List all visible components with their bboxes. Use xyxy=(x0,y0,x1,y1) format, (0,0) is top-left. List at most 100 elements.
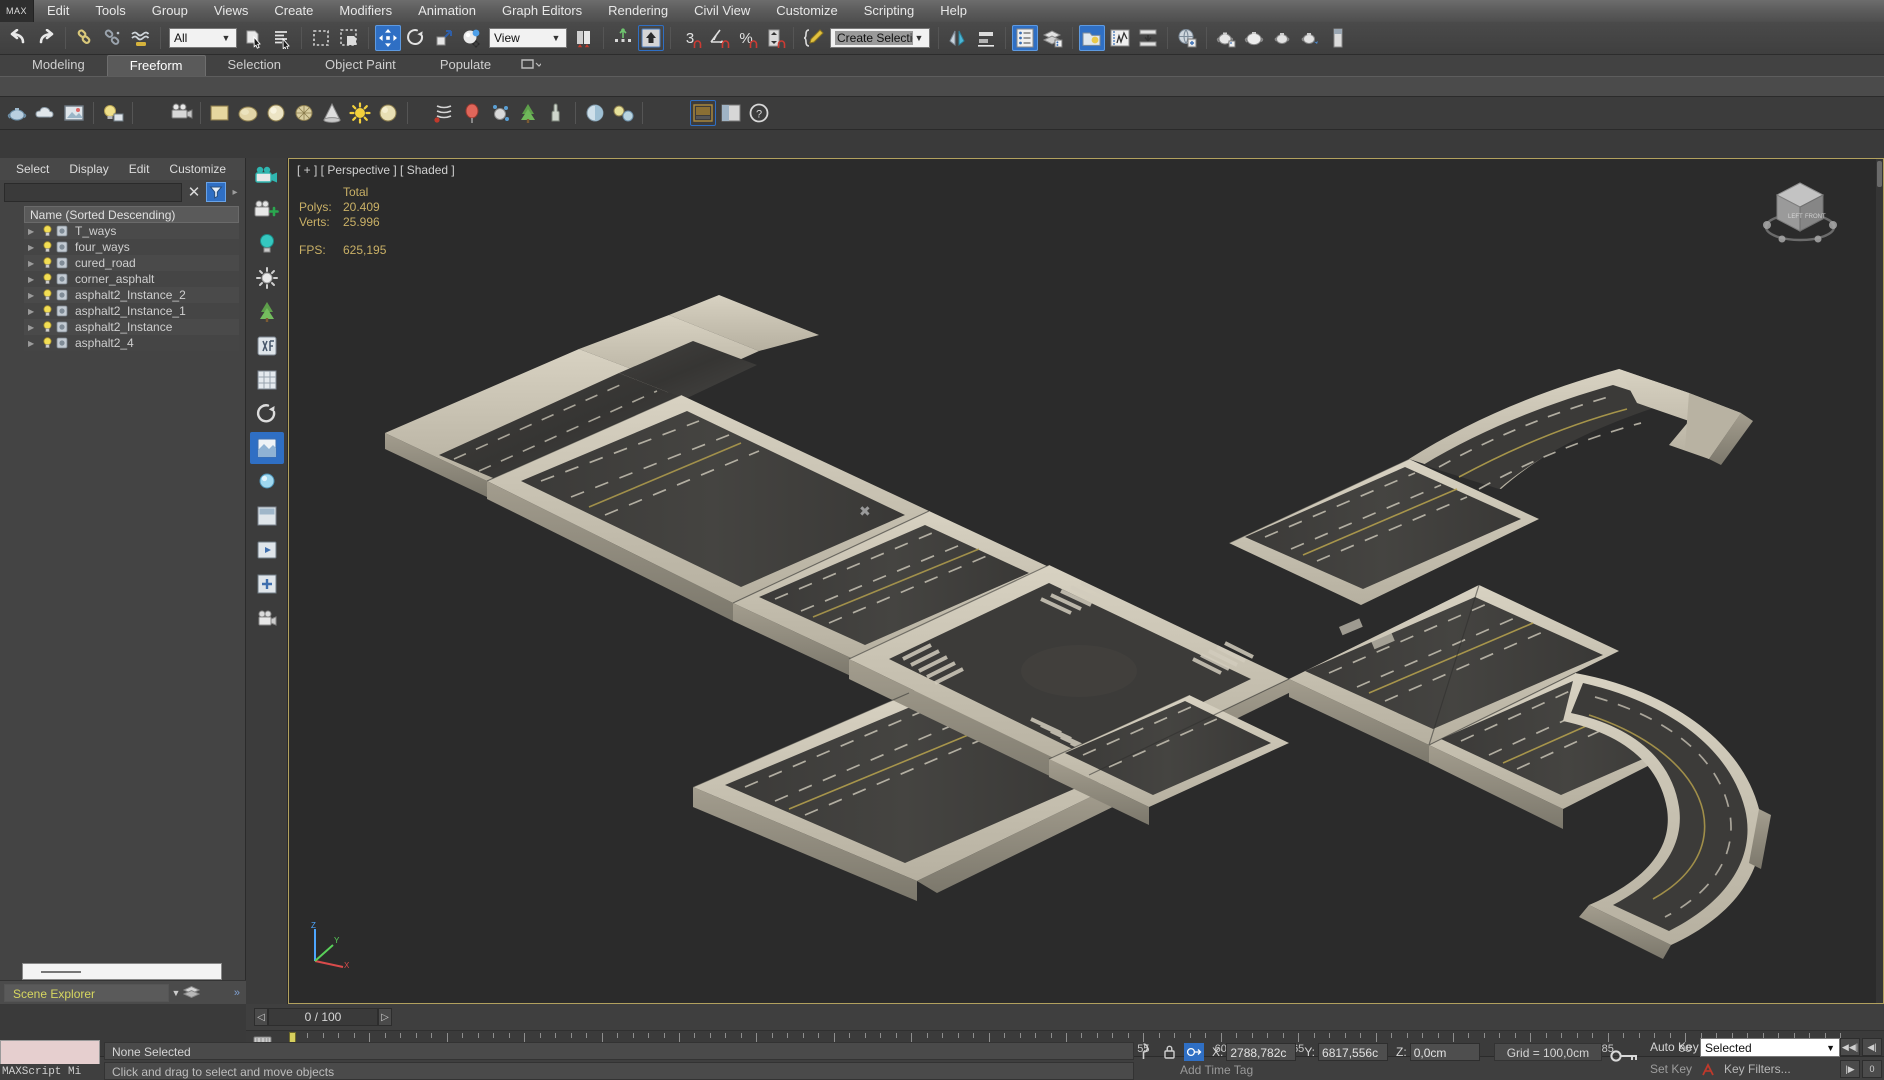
list-item[interactable]: ▶ asphalt2_Instance_2 xyxy=(24,287,239,303)
use-selection-center-icon[interactable] xyxy=(610,25,636,51)
menu-item-tools[interactable]: Tools xyxy=(82,0,138,22)
render-visibility-icon[interactable] xyxy=(54,337,70,349)
explorer-menu-display[interactable]: Display xyxy=(59,162,118,176)
light-blue-icon[interactable] xyxy=(250,466,284,498)
add-object-icon[interactable] xyxy=(250,568,284,600)
list-item[interactable]: ▶ asphalt2_Instance xyxy=(24,319,239,335)
expand-arrow-icon[interactable]: ▶ xyxy=(28,307,41,316)
select-and-move-icon[interactable] xyxy=(375,25,401,51)
key-filter-scope-combo[interactable]: Selected ▼ xyxy=(1700,1038,1840,1057)
explorer-status-field[interactable] xyxy=(22,963,222,980)
light-bulb-icon[interactable] xyxy=(100,100,126,126)
ribbon-tab-populate[interactable]: Populate xyxy=(418,55,513,76)
image-frame-icon[interactable] xyxy=(61,100,87,126)
menu-item-civil-view[interactable]: Civil View xyxy=(681,0,763,22)
render-frame-window-icon[interactable] xyxy=(1241,25,1267,51)
list-item[interactable]: ▶ four_ways xyxy=(24,239,239,255)
select-object-icon[interactable] xyxy=(241,25,267,51)
box-primitive-icon[interactable] xyxy=(207,100,233,126)
ribbon-tab-modeling[interactable]: Modeling xyxy=(10,55,107,76)
shading-mode-icon[interactable] xyxy=(250,432,284,464)
select-and-scale-icon[interactable] xyxy=(431,25,457,51)
unlink-selection-icon[interactable] xyxy=(100,25,126,51)
expand-arrow-icon[interactable]: ▶ xyxy=(28,243,41,252)
create-camera-icon[interactable] xyxy=(250,160,284,192)
list-item[interactable]: ▶ asphalt2_Instance_1 xyxy=(24,303,239,319)
select-by-name-icon[interactable] xyxy=(269,25,295,51)
viewport-scrollbar[interactable] xyxy=(1876,159,1883,1003)
previous-frame-button[interactable]: ◀| xyxy=(1862,1038,1882,1056)
particle-system-icon[interactable] xyxy=(487,100,513,126)
menu-item-customize[interactable]: Customize xyxy=(763,0,850,22)
viewport-label[interactable]: [ + ] [ Perspective ] [ Shaded ] xyxy=(297,163,455,177)
list-item[interactable]: ▶ asphalt2_4 xyxy=(24,335,239,351)
light-bulb-teal-icon[interactable] xyxy=(250,228,284,260)
go-to-start-button[interactable]: ◀◀| xyxy=(1840,1038,1860,1056)
teapot-blue-icon[interactable] xyxy=(5,100,31,126)
light-bulb-icon[interactable] xyxy=(41,321,54,333)
frame-display[interactable]: 0 / 100 xyxy=(268,1008,378,1026)
key-mode-toggle-icon[interactable] xyxy=(1700,1062,1720,1078)
z-coordinate-field[interactable]: Z: 0,0cm xyxy=(1392,1043,1480,1061)
menu-item-scripting[interactable]: Scripting xyxy=(851,0,928,22)
menu-item-graph-editors[interactable]: Graph Editors xyxy=(489,0,595,22)
light-bulb-icon[interactable] xyxy=(41,273,54,285)
light-bulb-icon[interactable] xyxy=(41,289,54,301)
x-coordinate-field[interactable]: X: 2788,782c xyxy=(1208,1043,1297,1061)
text-object-icon[interactable] xyxy=(250,330,284,362)
isolate-icon[interactable] xyxy=(1132,1043,1154,1061)
render-visibility-icon[interactable] xyxy=(54,273,70,285)
undo-icon[interactable] xyxy=(5,25,31,51)
named-selection-sets-combo[interactable]: Create Selection Se ▼ xyxy=(830,28,930,48)
foliage-tree-icon[interactable] xyxy=(250,296,284,328)
y-coordinate-field[interactable]: Y: 6817,556c xyxy=(1300,1043,1389,1061)
z-value[interactable]: 0,0cm xyxy=(1409,1043,1480,1061)
menu-item-help[interactable]: Help xyxy=(927,0,980,22)
render-visibility-icon[interactable] xyxy=(54,289,70,301)
menu-item-edit[interactable]: Edit xyxy=(34,0,82,22)
hand-paint-icon[interactable] xyxy=(543,100,569,126)
explorer-menu-select[interactable]: Select xyxy=(6,162,59,176)
layer-explorer-icon[interactable] xyxy=(1040,25,1066,51)
chevron-down-icon[interactable]: ▼ xyxy=(169,988,183,998)
expand-arrow-icon[interactable]: ▶ xyxy=(28,227,41,236)
expand-arrow-icon[interactable]: ▶ xyxy=(28,291,41,300)
helix-spline-icon[interactable] xyxy=(431,100,457,126)
light-bulb-icon[interactable] xyxy=(41,257,54,269)
use-pivot-point-center-icon[interactable] xyxy=(571,25,597,51)
render-preview-icon[interactable] xyxy=(690,100,716,126)
camera-icon[interactable] xyxy=(168,100,194,126)
expand-arrow-icon[interactable]: ▶ xyxy=(28,259,41,268)
selection-filter-combo[interactable]: All ▼ xyxy=(169,28,237,48)
angle-snap-toggle-icon[interactable] xyxy=(705,25,731,51)
select-and-rotate-icon[interactable] xyxy=(403,25,429,51)
menu-item-create[interactable]: Create xyxy=(261,0,326,22)
current-key-field[interactable]: 0 xyxy=(1862,1060,1882,1078)
ribbon-tab-object-paint[interactable]: Object Paint xyxy=(303,55,418,76)
search-input[interactable] xyxy=(4,182,182,202)
y-value[interactable]: 6817,556c xyxy=(1318,1043,1389,1061)
key-filters-button[interactable]: Key Filters... xyxy=(1724,1062,1791,1076)
cylinder-mesh-icon[interactable] xyxy=(291,100,317,126)
layers-icon[interactable] xyxy=(183,985,209,1000)
grid-helper-icon[interactable] xyxy=(250,364,284,396)
viewcube[interactable]: LEFT FRONT xyxy=(1757,173,1843,249)
light-bulb-icon[interactable] xyxy=(41,305,54,317)
align-icon[interactable] xyxy=(973,25,999,51)
light-bulb-icon[interactable] xyxy=(41,337,54,349)
render-setup-teapot-icon[interactable] xyxy=(1213,25,1239,51)
ribbon-tab-freeform[interactable]: Freeform xyxy=(106,55,206,76)
menu-item-group[interactable]: Group xyxy=(139,0,201,22)
safe-frames-icon[interactable] xyxy=(250,602,284,634)
rotate-view-icon[interactable] xyxy=(250,398,284,430)
geosphere-primitive-icon[interactable] xyxy=(263,100,289,126)
menu-item-modifiers[interactable]: Modifiers xyxy=(326,0,405,22)
light-bulb-icon[interactable] xyxy=(41,225,54,237)
expand-arrow-icon[interactable]: ▶ xyxy=(28,275,41,284)
app-logo[interactable]: MAX xyxy=(0,0,34,22)
panel-docking-icon[interactable] xyxy=(718,100,744,126)
reference-coordinate-system-combo[interactable]: View ▼ xyxy=(489,28,567,48)
toggle-scene-explorer-icon[interactable] xyxy=(1012,25,1038,51)
light-bulb-icon[interactable] xyxy=(41,241,54,253)
render-visibility-icon[interactable] xyxy=(54,257,70,269)
